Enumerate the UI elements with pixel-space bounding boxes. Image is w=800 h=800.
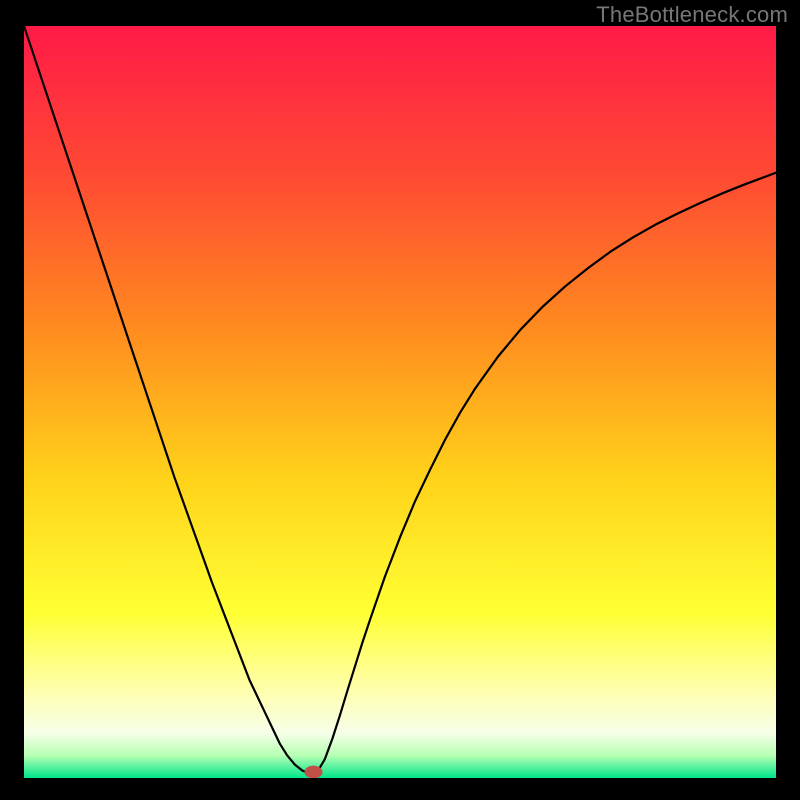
- chart-background: [24, 26, 776, 778]
- chart-svg: [24, 26, 776, 778]
- chart-frame: TheBottleneck.com: [0, 0, 800, 800]
- watermark-text: TheBottleneck.com: [596, 2, 788, 28]
- plot-area: [24, 26, 776, 778]
- marker-dot: [305, 766, 323, 778]
